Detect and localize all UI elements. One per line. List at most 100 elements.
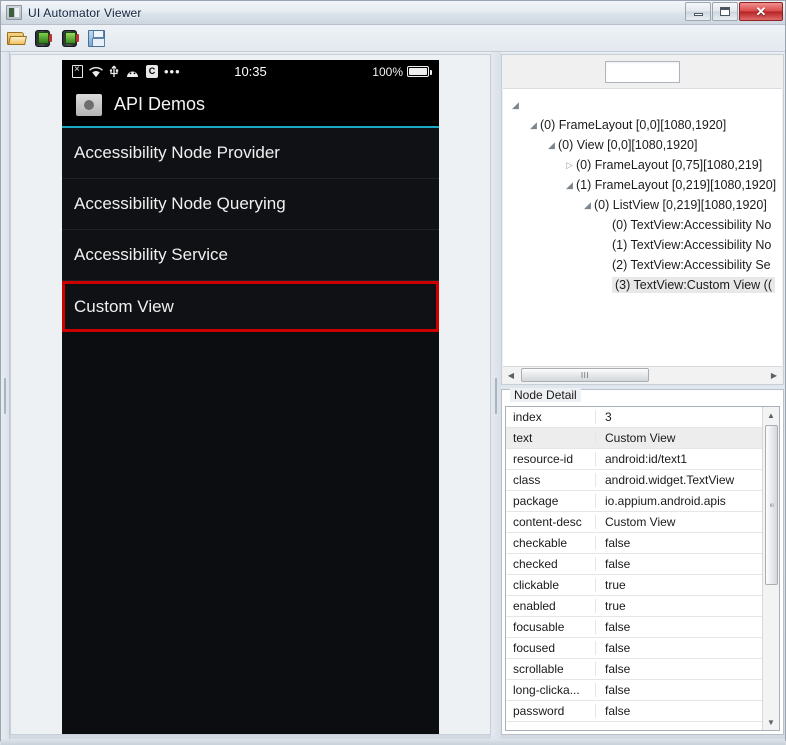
property-key: checkable [506, 536, 596, 550]
tree-node[interactable]: (1) FrameLayout [0,219][1080,1920] [503, 175, 782, 195]
property-value: Custom View [605, 431, 676, 445]
list-item[interactable]: Accessibility Service [62, 230, 439, 281]
property-key: enabled [506, 599, 596, 613]
scrollbar-thumb[interactable]: III [521, 368, 649, 382]
tree-node[interactable]: (2) TextView:Accessibility Se [503, 255, 782, 275]
tree-node[interactable]: (0) FrameLayout [0,75][1080,219] [503, 155, 782, 175]
table-row[interactable]: long-clicka... false [506, 680, 762, 701]
window-title: UI Automator Viewer [28, 5, 142, 20]
wifi-icon [89, 66, 103, 78]
open-file-button[interactable] [7, 28, 27, 48]
tree-node[interactable]: (0) TextView:Accessibility No [503, 215, 782, 235]
tree-node-selected[interactable]: (3) TextView:Custom View (( [503, 275, 782, 295]
table-row[interactable]: focusable false [506, 617, 762, 638]
title-bar: UI Automator Viewer ✕ [1, 1, 785, 25]
tree-node[interactable]: (0) ListView [0,219][1080,1920] [503, 195, 782, 215]
device-screenshot-button[interactable] [34, 28, 54, 48]
table-row[interactable]: password false [506, 701, 762, 722]
tree-node-label: (2) TextView:Accessibility Se [612, 258, 771, 272]
chevron-down-icon[interactable] [527, 120, 540, 131]
property-key: password [506, 704, 596, 718]
scroll-left-icon[interactable]: ◀ [503, 368, 519, 383]
table-row[interactable]: checkable false [506, 533, 762, 554]
list-item-selected[interactable]: Custom View [62, 281, 439, 332]
usb-icon-svg [109, 65, 119, 77]
tree-node[interactable] [503, 95, 782, 115]
device-screenshot-compressed-button[interactable] [61, 28, 81, 48]
tree-node[interactable]: (1) TextView:Accessibility No [503, 235, 782, 255]
android-robot-svg [127, 71, 138, 77]
tree-horizontal-scrollbar[interactable]: ◀ III ▶ [503, 366, 782, 383]
table-row[interactable]: focused false [506, 638, 762, 659]
scroll-down-icon[interactable]: ▼ [763, 714, 780, 730]
app-header-bar: API Demos [62, 83, 439, 128]
main-window: UI Automator Viewer ✕ × C ••• 10:35 100%… [0, 0, 786, 745]
battery-percent-label: 100% [372, 64, 403, 79]
property-key: focused [506, 641, 596, 655]
device-screenshot[interactable]: C ••• 10:35 100% API Demos Accessibili [62, 60, 439, 734]
chevron-down-icon[interactable] [581, 200, 594, 211]
property-key: class [506, 473, 596, 487]
tree-node-label: (0) View [0,0][1080,1920] [558, 138, 698, 152]
property-value: io.appium.android.apis [605, 494, 726, 508]
hierarchy-tree-panel: (0) FrameLayout [0,0][1080,1920] (0) Vie… [501, 54, 784, 385]
list-item[interactable]: Accessibility Node Provider [62, 128, 439, 179]
maximize-button[interactable] [712, 2, 738, 21]
table-row[interactable]: index 3 [506, 407, 762, 428]
node-detail-panel: Node Detail index 3 text Custom View res… [501, 388, 784, 735]
window-bottom-edge [1, 739, 785, 745]
property-key: content-desc [506, 515, 596, 529]
tree-node-label: (3) TextView:Custom View (( [612, 277, 775, 293]
tree-node[interactable]: (0) FrameLayout [0,0][1080,1920] [503, 115, 782, 135]
chevron-down-icon[interactable] [545, 140, 558, 151]
minimize-button[interactable] [685, 2, 711, 21]
tree-node-label: (1) TextView:Accessibility No [612, 238, 772, 252]
table-row[interactable]: class android.widget.TextView [506, 470, 762, 491]
chevron-right-icon[interactable] [563, 160, 576, 171]
property-value: false [605, 683, 631, 697]
node-tree: (0) FrameLayout [0,0][1080,1920] (0) Vie… [503, 89, 782, 295]
property-key: text [506, 431, 596, 445]
chevron-down-icon[interactable] [563, 180, 576, 191]
calendar-icon: C [146, 65, 158, 78]
table-row[interactable]: enabled true [506, 596, 762, 617]
property-value: true [605, 578, 626, 592]
scroll-up-icon[interactable]: ▲ [763, 407, 780, 423]
device-screenshot-icon [34, 30, 52, 47]
table-row[interactable]: content-desc Custom View [506, 512, 762, 533]
property-value: android:id/text1 [605, 452, 688, 466]
property-value: Custom View [605, 515, 676, 529]
left-splitter[interactable] [1, 52, 10, 739]
demo-list: Accessibility Node Provider Accessibilit… [62, 128, 439, 332]
property-value: true [605, 599, 626, 613]
app-window-icon [6, 5, 22, 20]
list-item[interactable]: Accessibility Node Querying [62, 179, 439, 230]
save-button[interactable] [88, 28, 108, 48]
table-row[interactable]: scrollable false [506, 659, 762, 680]
node-detail-table: index 3 text Custom View resource-id and… [506, 407, 762, 730]
device-screenshot-compressed-icon [61, 30, 79, 47]
property-key: focusable [506, 620, 596, 634]
table-row[interactable]: clickable true [506, 575, 762, 596]
property-value: false [605, 704, 631, 718]
search-input[interactable] [605, 60, 680, 83]
right-column: (0) FrameLayout [0,0][1080,1920] (0) Vie… [501, 52, 785, 739]
chevron-down-icon[interactable] [509, 100, 522, 111]
android-robot-icon [125, 67, 140, 77]
table-row-selected[interactable]: text Custom View [506, 428, 762, 449]
splitter-grip [495, 377, 497, 414]
table-row[interactable]: package io.appium.android.apis [506, 491, 762, 512]
list-item-label: Accessibility Node Provider [74, 143, 280, 162]
table-row[interactable]: resource-id android:id/text1 [506, 449, 762, 470]
screenshot-panel[interactable]: C ••• 10:35 100% API Demos Accessibili [10, 54, 491, 735]
scroll-right-icon[interactable]: ▶ [766, 368, 782, 383]
table-row[interactable]: checked false [506, 554, 762, 575]
property-value: false [605, 662, 631, 676]
detail-vertical-scrollbar[interactable]: ▲ ≡ ▼ [762, 407, 779, 730]
tree-node[interactable]: (0) View [0,0][1080,1920] [503, 135, 782, 155]
tree-scroll-area[interactable]: (0) FrameLayout [0,0][1080,1920] (0) Vie… [503, 88, 782, 366]
close-button[interactable]: ✕ [739, 2, 783, 21]
sim-x-icon [72, 63, 83, 78]
scrollbar-thumb[interactable]: ≡ [764, 425, 778, 585]
center-splitter[interactable] [491, 52, 501, 739]
